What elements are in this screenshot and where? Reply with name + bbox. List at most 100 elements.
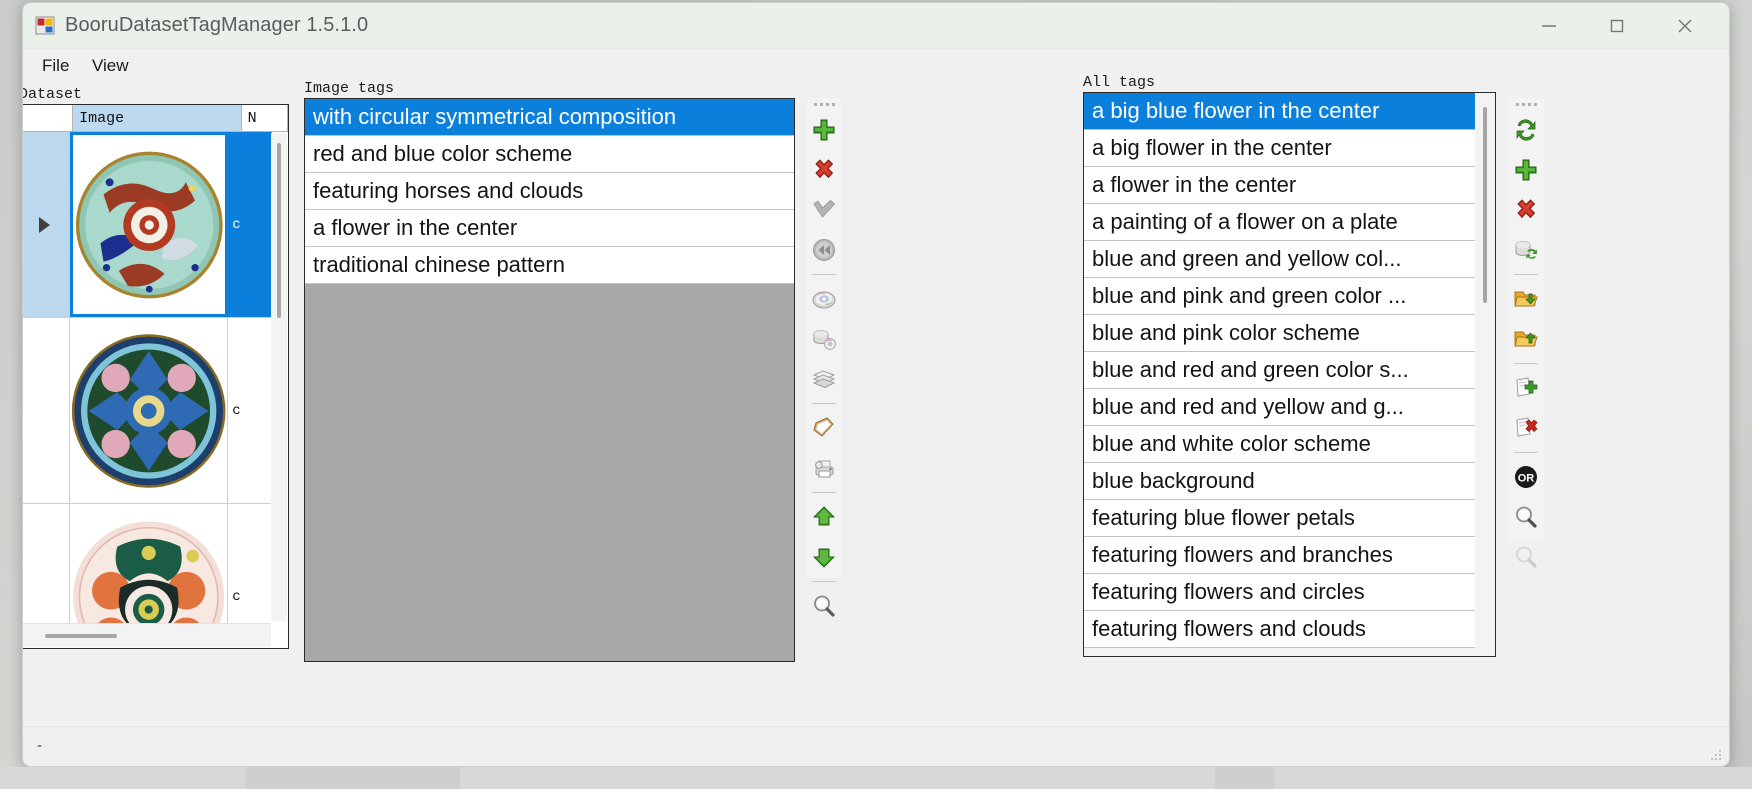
reload-database-button[interactable] — [1508, 230, 1544, 270]
taskbar-segment[interactable] — [245, 767, 460, 789]
table-row[interactable]: c — [22, 132, 272, 318]
or-filter-icon: OR — [1513, 464, 1539, 490]
export-button[interactable] — [806, 448, 842, 488]
printer-icon — [811, 455, 837, 481]
all-tags-vertical-scrollbar[interactable] — [1475, 93, 1495, 656]
search-button[interactable] — [806, 586, 842, 626]
app-icon — [35, 15, 56, 36]
list-item[interactable]: blue and pink and green color ... — [1084, 278, 1476, 315]
list-item[interactable]: blue and pink color scheme — [1084, 315, 1476, 352]
list-item[interactable]: blue background — [1084, 463, 1476, 500]
list-item[interactable]: a flower in the center — [1084, 167, 1476, 204]
list-item[interactable]: a big blue flower in the center — [1084, 93, 1476, 130]
clipboard-icon — [811, 415, 837, 441]
refresh-button[interactable] — [1508, 110, 1544, 150]
row-selector[interactable] — [22, 318, 70, 503]
page-add-icon — [1513, 375, 1539, 401]
scroll-thumb[interactable] — [277, 143, 281, 318]
porcelain-plate-green-dragons-icon — [73, 145, 226, 305]
list-item[interactable]: with circular symmetrical composition — [305, 99, 794, 136]
row-selector[interactable] — [22, 132, 70, 317]
table-row[interactable]: c — [22, 318, 272, 504]
save-tag-list-button[interactable] — [1508, 319, 1544, 359]
menu-item-file[interactable]: File — [35, 53, 76, 79]
add-tag-icon — [1513, 157, 1539, 183]
desktop-background: BooruDatasetTagManager 1.5.1.0 File View — [0, 0, 1752, 789]
apply-button[interactable] — [806, 190, 842, 230]
row-thumbnail[interactable] — [70, 318, 228, 503]
dataset-column-name[interactable]: N — [242, 105, 288, 131]
toolbar-separator — [806, 399, 842, 408]
dataset-grid[interactable]: Image N — [22, 104, 289, 649]
move-up-button[interactable] — [806, 497, 842, 537]
all-tags-scroller: a big blue flower in the center a big fl… — [1084, 93, 1476, 648]
delete-tag-button[interactable] — [806, 150, 842, 190]
list-item[interactable]: blue and red and green color s... — [1084, 352, 1476, 389]
row-name-cell: c — [228, 132, 272, 317]
move-down-button[interactable] — [806, 537, 842, 577]
list-item[interactable]: featuring horses and clouds — [305, 173, 794, 210]
image-tags-label: Image tags — [304, 80, 394, 97]
list-item[interactable]: a flower in the center — [305, 210, 794, 247]
list-item[interactable]: featuring flowers and clouds — [1084, 611, 1476, 648]
resize-grip-icon[interactable] — [1709, 748, 1723, 762]
list-item[interactable]: a big flower in the center — [1084, 130, 1476, 167]
row-selector[interactable] — [22, 504, 70, 623]
porcelain-plate-pink-famille-rose-icon — [70, 517, 227, 624]
add-tag-button[interactable] — [806, 110, 842, 150]
taskbar-segment[interactable] — [1215, 767, 1275, 789]
search-disabled-icon — [1513, 544, 1539, 570]
list-item[interactable]: featuring blue flower petals — [1084, 500, 1476, 537]
dataset-grid-header: Image N — [22, 105, 288, 132]
row-thumbnail[interactable] — [70, 132, 229, 317]
list-item[interactable]: featuring flowers and circles — [1084, 574, 1476, 611]
delete-tag-icon — [811, 157, 837, 183]
toolbar-separator — [806, 577, 842, 586]
list-item[interactable]: traditional chinese pattern — [305, 247, 794, 284]
dataset-horizontal-scrollbar[interactable] — [22, 623, 271, 647]
search-button[interactable] — [1508, 497, 1544, 537]
dataset-vertical-scrollbar[interactable] — [271, 133, 287, 621]
remove-from-image-tags-button[interactable] — [1508, 408, 1544, 448]
delete-tag-button[interactable] — [1508, 190, 1544, 230]
rewind-button[interactable] — [806, 230, 842, 270]
dataset-column-row[interactable] — [22, 105, 73, 131]
load-tag-list-button[interactable] — [1508, 279, 1544, 319]
all-tags-label: All tags — [1083, 74, 1155, 91]
porcelain-plate-blue-green-floral-icon — [70, 331, 227, 491]
database-refresh-icon — [1513, 237, 1539, 263]
scroll-thumb[interactable] — [45, 634, 117, 638]
toolbar-grip[interactable] — [806, 98, 842, 110]
list-item[interactable]: blue and red and yellow and g... — [1084, 389, 1476, 426]
add-tag-button[interactable] — [1508, 150, 1544, 190]
toolbar-separator — [1508, 359, 1544, 368]
maximize-button[interactable] — [1585, 3, 1649, 48]
toolbar-grip[interactable] — [1508, 98, 1544, 110]
toolbar-separator — [1508, 448, 1544, 457]
close-button[interactable] — [1653, 3, 1717, 48]
table-row[interactable]: c — [22, 504, 272, 623]
minimize-button[interactable] — [1517, 3, 1581, 48]
list-item[interactable]: a painting of a flower on a plate — [1084, 204, 1476, 241]
all-tags-list[interactable]: a big blue flower in the center a big fl… — [1083, 92, 1496, 657]
save-tags-button[interactable] — [806, 319, 842, 359]
list-item[interactable]: blue and green and yellow col... — [1084, 241, 1476, 278]
load-tags-button[interactable] — [806, 279, 842, 319]
add-to-image-tags-button[interactable] — [1508, 368, 1544, 408]
scroll-thumb[interactable] — [1483, 107, 1487, 303]
page-delete-icon — [1513, 415, 1539, 441]
menu-item-view[interactable]: View — [85, 53, 136, 79]
dataset-column-image[interactable]: Image — [73, 105, 241, 131]
list-item[interactable]: blue and white color scheme — [1084, 426, 1476, 463]
status-text: - — [37, 737, 42, 754]
image-tags-list[interactable]: with circular symmetrical composition re… — [304, 98, 795, 662]
or-filter-button[interactable]: OR — [1508, 457, 1544, 497]
copy-tags-button[interactable] — [806, 359, 842, 399]
add-tag-icon — [811, 117, 837, 143]
clipboard-button[interactable] — [806, 408, 842, 448]
row-thumbnail[interactable] — [70, 504, 228, 623]
list-item[interactable]: red and blue color scheme — [305, 136, 794, 173]
list-item[interactable]: featuring flowers and branches — [1084, 537, 1476, 574]
dataset-grid-rows: c — [22, 132, 272, 623]
window-title: BooruDatasetTagManager 1.5.1.0 — [65, 14, 368, 37]
